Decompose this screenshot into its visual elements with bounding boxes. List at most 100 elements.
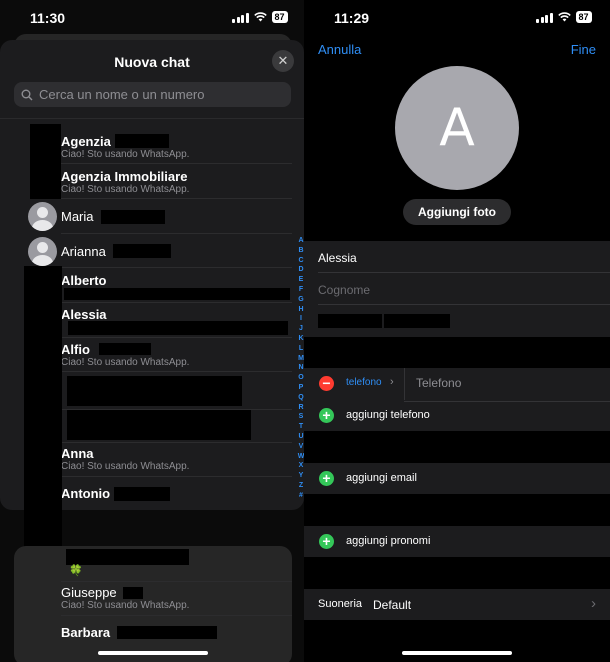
contact-row-alessia[interactable]: Alessia	[61, 307, 293, 322]
row-separator	[61, 198, 292, 199]
contact-status: Ciao! Sto usando WhatsApp.	[61, 149, 190, 160]
done-button[interactable]: Fine	[571, 42, 596, 57]
status-time: 11:29	[334, 10, 370, 26]
contact-name: Agenzia Immobiliare	[61, 169, 188, 184]
sheet-title: Nuova chat	[114, 54, 190, 70]
phone-input[interactable]: Telefono	[416, 376, 461, 390]
contact-name: Arianna	[61, 244, 106, 259]
contact-status: Ciao! Sto usando WhatsApp.	[61, 461, 190, 472]
divider	[318, 304, 610, 305]
wifi-icon	[557, 12, 571, 22]
ringtone-row[interactable]: Suoneria Default ›	[304, 589, 610, 620]
row-separator	[61, 615, 292, 616]
contact-name: Agenzia	[61, 134, 111, 149]
row-separator	[61, 581, 292, 582]
name-fields-group: Alessia Cognome	[304, 241, 610, 337]
status-bar: 11:29 87	[304, 0, 610, 36]
signal-icon	[536, 12, 553, 23]
index-letter[interactable]: J	[299, 324, 303, 334]
index-letter[interactable]: F	[299, 285, 303, 295]
index-letter[interactable]: I	[300, 314, 302, 324]
contact-row-antonio[interactable]: Antonio	[61, 486, 293, 501]
contact-row-alfio[interactable]: Alfio Ciao! Sto usando WhatsApp.	[61, 342, 293, 368]
index-letter[interactable]: B	[298, 246, 303, 256]
contact-row-alberto[interactable]: Alberto	[61, 273, 293, 288]
remove-phone-icon[interactable]: −	[319, 376, 334, 391]
chevron-right-icon: ›	[390, 376, 394, 388]
signal-icon	[232, 12, 249, 23]
redaction	[64, 288, 290, 300]
contact-avatar[interactable]: A	[395, 66, 519, 190]
contact-row-agenzia-immobiliare[interactable]: Agenzia Immobiliare Ciao! Sto usando Wha…	[61, 169, 293, 195]
index-letter[interactable]: C	[298, 256, 303, 266]
contact-status: Ciao! Sto usando WhatsApp.	[61, 357, 190, 368]
index-letter[interactable]: U	[298, 432, 303, 442]
row-separator	[61, 302, 292, 303]
add-email-icon[interactable]: +	[319, 471, 334, 486]
index-letter[interactable]: G	[298, 295, 303, 305]
default-avatar-icon	[28, 202, 57, 231]
index-letter[interactable]: P	[299, 383, 304, 393]
index-letter[interactable]: E	[299, 275, 304, 285]
add-phone-icon[interactable]: +	[319, 408, 334, 423]
index-letter[interactable]: D	[298, 265, 303, 275]
status-time: 11:30	[30, 10, 66, 26]
first-name-field[interactable]: Alessia	[318, 251, 357, 265]
search-input[interactable]: Cerca un nome o un numero	[14, 82, 291, 107]
add-photo-button[interactable]: Aggiungi foto	[403, 199, 511, 225]
add-pronouns-icon[interactable]: +	[319, 534, 334, 549]
index-letter[interactable]: #	[299, 491, 303, 501]
search-placeholder: Cerca un nome o un numero	[39, 87, 205, 102]
ringtone-label: Suoneria	[318, 598, 363, 610]
index-letter[interactable]: X	[299, 461, 304, 471]
divider	[318, 272, 610, 273]
redaction	[114, 487, 170, 501]
redaction	[384, 314, 450, 328]
cancel-button[interactable]: Annulla	[318, 42, 361, 57]
contact-row-anna[interactable]: Anna Ciao! Sto usando WhatsApp.	[61, 446, 293, 472]
contact-name: Alessia	[61, 307, 107, 322]
add-phone-button[interactable]: aggiungi telefono	[346, 409, 430, 421]
redaction	[99, 343, 151, 355]
index-letter[interactable]: A	[298, 236, 303, 246]
contact-name: Anna	[61, 446, 94, 461]
index-letter[interactable]: T	[299, 422, 303, 432]
row-separator	[61, 267, 292, 268]
status-icons: 87	[232, 11, 288, 23]
index-letter[interactable]: Q	[298, 393, 303, 403]
index-letter[interactable]: Z	[299, 481, 303, 491]
contact-row-arianna[interactable]: Arianna	[61, 244, 293, 259]
contact-row-maria[interactable]: Maria	[61, 209, 293, 224]
index-letter[interactable]: N	[298, 363, 303, 373]
row-separator	[61, 442, 292, 443]
contact-name: Maria	[61, 209, 94, 224]
index-letter[interactable]: R	[298, 403, 303, 413]
status-icons: 87	[536, 11, 592, 23]
home-indicator	[98, 651, 208, 655]
contact-status: Ciao! Sto usando WhatsApp.	[61, 184, 190, 195]
index-letter[interactable]: Y	[299, 471, 304, 481]
contact-row-agenzia[interactable]: Agenzia Ciao! Sto usando WhatsApp.	[61, 134, 293, 160]
redaction	[30, 124, 61, 199]
index-letter[interactable]: V	[299, 442, 304, 452]
alphabet-index[interactable]: A B C D E F G H I J K L M N O P Q R S T U V W X Y Z #	[296, 236, 304, 501]
index-letter[interactable]: H	[298, 305, 303, 315]
close-button[interactable]: ✕	[272, 50, 294, 72]
contact-name: Giuseppe	[61, 585, 117, 600]
add-pronouns-button[interactable]: aggiungi pronomi	[346, 535, 430, 547]
contact-name: Antonio	[61, 486, 111, 501]
home-indicator	[402, 651, 512, 655]
phone-label-selector[interactable]: telefono	[346, 377, 382, 388]
index-letter[interactable]: L	[299, 344, 303, 354]
index-letter[interactable]: K	[298, 334, 303, 344]
contact-row-giuseppe[interactable]: Giuseppe Ciao! Sto usando WhatsApp.	[61, 585, 293, 611]
index-letter[interactable]: O	[298, 373, 303, 383]
last-name-field[interactable]: Cognome	[318, 283, 370, 297]
row-separator	[61, 233, 292, 234]
status-bar: 11:30 87	[0, 0, 304, 36]
email-group: + aggiungi email	[304, 463, 610, 494]
index-letter[interactable]: S	[299, 412, 304, 422]
add-email-button[interactable]: aggiungi email	[346, 472, 417, 484]
redaction	[68, 321, 288, 335]
chevron-right-icon: ›	[591, 595, 596, 612]
